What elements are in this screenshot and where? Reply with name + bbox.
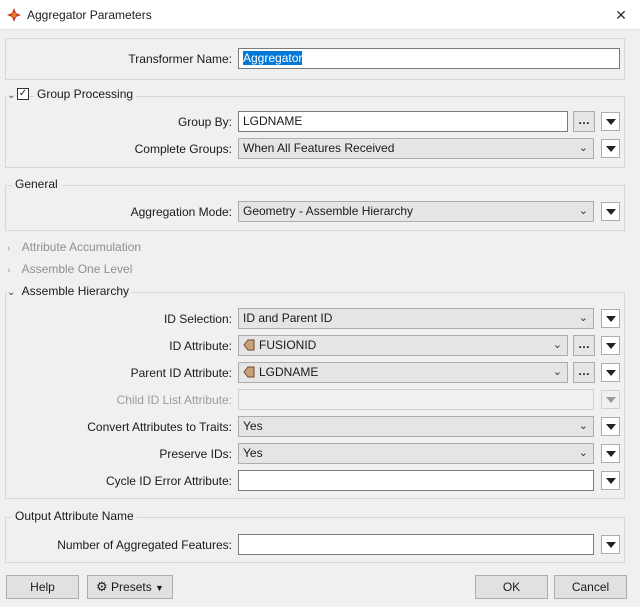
convert-attributes-label: Convert Attributes to Traits: xyxy=(87,420,232,434)
preserve-ids-select[interactable]: Yes ⌄ xyxy=(238,443,594,464)
child-id-label: Child ID List Attribute: xyxy=(116,393,232,407)
parent-id-label: Parent ID Attribute: xyxy=(130,366,232,380)
close-button[interactable]: ✕ xyxy=(610,4,632,26)
window-title: Aggregator Parameters xyxy=(27,8,152,22)
chevron-down-icon: ⌄ xyxy=(7,287,16,298)
cancel-button[interactable]: Cancel xyxy=(554,575,627,599)
assemble-hierarchy-header[interactable]: ⌄ Assemble Hierarchy xyxy=(7,284,133,298)
aggregation-mode-select[interactable]: Geometry - Assemble Hierarchy ⌄ xyxy=(238,201,594,222)
presets-label: Presets xyxy=(111,580,152,594)
complete-groups-value: When All Features Received xyxy=(243,141,395,155)
fme-transformer-icon xyxy=(7,8,21,22)
id-attribute-select[interactable]: FUSIONID ⌄ xyxy=(238,335,568,356)
convert-attributes-value: Yes xyxy=(243,419,263,433)
convert-attributes-menu-button[interactable] xyxy=(601,417,620,436)
attribute-tag-icon xyxy=(243,339,255,351)
transformer-name-label: Transformer Name: xyxy=(128,52,232,66)
chevron-right-icon: › xyxy=(7,265,11,276)
parent-id-value: LGDNAME xyxy=(259,365,319,379)
chevron-down-icon: ⌄ xyxy=(552,366,562,378)
assemble-one-level-header[interactable]: › Assemble One Level xyxy=(7,262,132,276)
num-aggregated-input[interactable] xyxy=(238,534,594,555)
id-selection-value: ID and Parent ID xyxy=(243,311,333,325)
chevron-down-icon: ⌄ xyxy=(578,142,588,154)
preserve-ids-label: Preserve IDs: xyxy=(159,447,232,461)
num-aggregated-menu-button[interactable] xyxy=(601,535,620,554)
chevron-down-icon: ⌄ xyxy=(578,447,588,459)
child-id-input[interactable] xyxy=(238,389,594,410)
group-processing-checkbox[interactable]: ✓ xyxy=(17,88,29,100)
caret-down-icon: ▼ xyxy=(155,583,164,593)
chevron-down-icon: ⌄ xyxy=(578,420,588,432)
attribute-accumulation-title: Attribute Accumulation xyxy=(21,240,142,254)
presets-button[interactable]: ⚙ Presets ▼ xyxy=(87,575,173,599)
title-bar: Aggregator Parameters ✕ xyxy=(0,0,640,30)
aggregation-mode-value: Geometry - Assemble Hierarchy xyxy=(243,204,414,218)
id-attribute-value: FUSIONID xyxy=(259,338,317,352)
transformer-name-value: Aggregator xyxy=(243,51,303,65)
chevron-down-icon: ⌄ xyxy=(578,205,588,217)
complete-groups-select[interactable]: When All Features Received ⌄ xyxy=(238,138,594,159)
id-attribute-menu-button[interactable] xyxy=(601,336,620,355)
group-by-label: Group By: xyxy=(177,115,232,129)
aggregation-mode-menu-button[interactable] xyxy=(601,202,620,221)
assemble-hierarchy-title: Assemble Hierarchy xyxy=(21,284,130,298)
output-attribute-title: Output Attribute Name xyxy=(12,509,137,523)
convert-attributes-select[interactable]: Yes ⌄ xyxy=(238,416,594,437)
ok-button[interactable]: OK xyxy=(475,575,548,599)
id-selection-label: ID Selection: xyxy=(163,312,232,326)
num-aggregated-label: Number of Aggregated Features: xyxy=(57,538,232,552)
transformer-name-input[interactable]: Aggregator xyxy=(238,48,620,69)
id-attribute-label: ID Attribute: xyxy=(169,339,232,353)
group-by-input[interactable]: LGDNAME xyxy=(238,111,568,132)
parent-id-select[interactable]: LGDNAME ⌄ xyxy=(238,362,568,383)
complete-groups-label: Complete Groups: xyxy=(134,142,232,156)
assemble-one-level-title: Assemble One Level xyxy=(21,262,133,276)
id-selection-select[interactable]: ID and Parent ID ⌄ xyxy=(238,308,594,329)
complete-groups-menu-button[interactable] xyxy=(601,139,620,158)
group-processing-title: Group Processing xyxy=(34,87,137,101)
preserve-ids-menu-button[interactable] xyxy=(601,444,620,463)
chevron-right-icon: › xyxy=(7,243,11,254)
id-selection-menu-button[interactable] xyxy=(601,309,620,328)
general-title: General xyxy=(12,177,61,191)
group-by-menu-button[interactable] xyxy=(601,112,620,131)
group-by-browse-button[interactable]: … xyxy=(573,111,595,132)
chevron-down-icon: ⌄ xyxy=(578,312,588,324)
parent-id-menu-button[interactable] xyxy=(601,363,620,382)
id-attribute-browse-button[interactable]: … xyxy=(573,335,595,356)
child-id-menu-button[interactable] xyxy=(601,390,620,409)
cycle-id-input[interactable] xyxy=(238,470,594,491)
help-button[interactable]: Help xyxy=(6,575,79,599)
attribute-accumulation-header[interactable]: › Attribute Accumulation xyxy=(7,240,141,254)
aggregation-mode-label: Aggregation Mode: xyxy=(130,205,232,219)
gear-icon: ⚙ xyxy=(96,579,108,594)
cycle-id-label: Cycle ID Error Attribute: xyxy=(105,474,232,488)
preserve-ids-value: Yes xyxy=(243,446,263,460)
cycle-id-menu-button[interactable] xyxy=(601,471,620,490)
chevron-down-icon: ⌄ xyxy=(552,339,562,351)
parent-id-browse-button[interactable]: … xyxy=(573,362,595,383)
attribute-tag-icon xyxy=(243,366,255,378)
